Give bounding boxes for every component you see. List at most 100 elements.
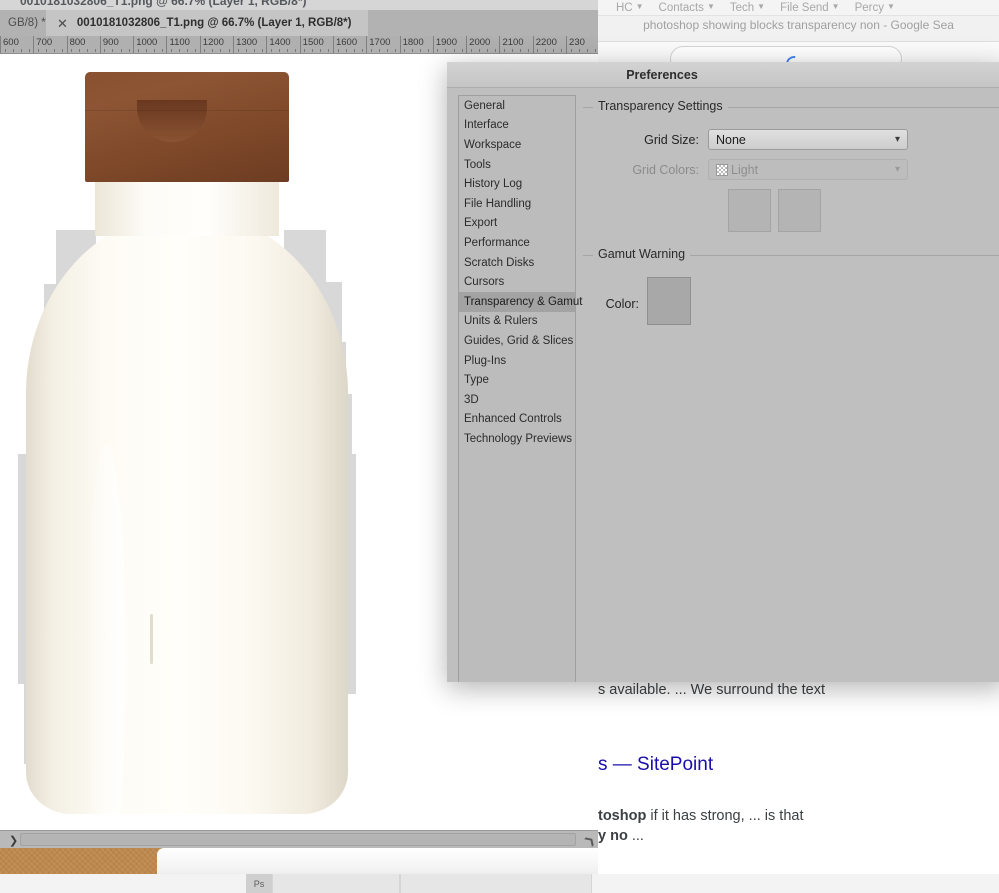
grid-size-select[interactable]: None ▾ <box>708 129 908 150</box>
ruler-tick: 1800 <box>400 36 433 53</box>
ruler-tick: 1900 <box>433 36 466 53</box>
scrollbar-thumb[interactable] <box>20 833 576 846</box>
chevron-down-icon: ▼ <box>707 3 715 11</box>
bookmark-hc[interactable]: HC ▼ <box>616 2 644 14</box>
preferences-title: Preferences <box>447 68 877 82</box>
screen-root: HC ▼ Contacts ▼ Tech ▼ File Send ▼ Percy… <box>0 0 999 893</box>
preferences-category-units-rulers[interactable]: Units & Rulers <box>459 312 575 332</box>
grid-size-label: Grid Size: <box>583 133 699 147</box>
category-label: Units & Rulers <box>464 315 538 327</box>
ruler-subticks <box>534 49 566 53</box>
bookmark-percy[interactable]: Percy ▼ <box>855 2 895 14</box>
grid-color-swatch-1[interactable] <box>728 189 771 232</box>
category-label: Scratch Disks <box>464 257 534 269</box>
ruler-tick: 1300 <box>233 36 266 53</box>
preferences-category-performance[interactable]: Performance <box>459 233 575 253</box>
preferences-category-cursors[interactable]: Cursors <box>459 272 575 292</box>
grid-color-swatch-2[interactable] <box>778 189 821 232</box>
snippet-rest: ... <box>628 828 644 844</box>
bookmark-file-send[interactable]: File Send ▼ <box>780 2 840 14</box>
dock-item[interactable] <box>400 874 592 893</box>
ruler-tick: 2000 <box>466 36 499 53</box>
resize-grip-icon[interactable]: ❯ <box>582 833 598 848</box>
close-icon[interactable]: ✕ <box>57 17 68 30</box>
chevron-right-icon[interactable]: ❯ <box>9 834 18 847</box>
transparency-settings-legend: Transparency Settings <box>593 99 728 113</box>
horizontal-scrollbar[interactable]: ❯ ❯ <box>0 830 598 848</box>
dock-strip[interactable] <box>0 874 999 893</box>
bottle-body <box>26 214 348 814</box>
gamut-color-label: Color: <box>583 297 639 311</box>
category-label: Tools <box>464 159 491 171</box>
chevron-down-icon: ▼ <box>832 3 840 11</box>
preferences-category-export[interactable]: Export <box>459 214 575 234</box>
category-label: Plug-Ins <box>464 355 506 367</box>
browser-tab-title[interactable]: photoshop showing blocks transparency no… <box>598 18 999 32</box>
preferences-category-plug-ins[interactable]: Plug-Ins <box>459 351 575 371</box>
preferences-category-guides-grid-slices[interactable]: Guides, Grid & Slices <box>459 331 575 351</box>
ruler-subticks <box>134 49 166 53</box>
gamut-warning-group: Gamut Warning Color: <box>583 255 999 340</box>
ruler-tick: 1100 <box>166 36 199 53</box>
grid-size-row: Grid Size: None ▾ <box>583 129 943 150</box>
ruler-tick: 1700 <box>366 36 399 53</box>
ruler-tick: 800 <box>67 36 100 53</box>
dock-item[interactable] <box>272 874 400 893</box>
category-label: History Log <box>464 178 522 190</box>
document-tab-bar: GB/8) * ✕ 0010181032806_T1.png @ 66.7% (… <box>0 10 598 36</box>
preferences-category-history-log[interactable]: History Log <box>459 174 575 194</box>
preferences-category-list[interactable]: GeneralInterfaceWorkspace Tools History Lo… <box>458 95 576 682</box>
ruler-tick: 600 <box>0 36 33 53</box>
snippet-rest: if it has strong, ... is that <box>646 808 803 824</box>
grid-colors-select[interactable]: Light ▾ <box>708 159 908 180</box>
preferences-category-tools[interactable]: Tools <box>459 155 575 175</box>
bookmark-tech[interactable]: Tech ▼ <box>730 2 765 14</box>
chevron-down-icon: ▾ <box>895 134 900 145</box>
transparency-settings-group: Transparency Settings Grid Size: None ▾ … <box>583 107 999 232</box>
horizontal-ruler[interactable]: 6007008009001000110012001300140015001600… <box>0 36 598 54</box>
bookmark-label: File Send <box>780 2 829 14</box>
gamut-color-swatch[interactable] <box>647 277 691 325</box>
bottle-highlight <box>86 444 126 830</box>
preferences-category-general[interactable]: General <box>459 96 575 116</box>
ruler-subticks <box>301 49 333 53</box>
result-link-sitepoint[interactable]: s — SitePoint <box>598 752 999 778</box>
preferences-category-enhanced-controls[interactable]: Enhanced Controls <box>459 410 575 430</box>
preferences-category-scratch-disks[interactable]: Scratch Disks <box>459 253 575 273</box>
category-label: Performance <box>464 237 530 249</box>
category-label: File Handling <box>464 198 531 210</box>
preferences-category-3d[interactable]: 3D <box>459 390 575 410</box>
dock-photoshop-icon[interactable]: Ps <box>246 874 272 893</box>
preferences-category-file-handling[interactable]: File Handling <box>459 194 575 214</box>
category-label: Technology Previews <box>464 433 572 445</box>
preferences-category-type[interactable]: Type <box>459 370 575 390</box>
chevron-down-icon: ▾ <box>895 164 900 175</box>
gamut-warning-legend: Gamut Warning <box>593 247 690 261</box>
snippet-bold: toshop <box>598 808 646 824</box>
photoshop-titlebar[interactable]: 0010181032806_T1.png @ 66.7% (Layer 1, R… <box>0 0 598 10</box>
bookmark-contacts[interactable]: Contacts ▼ <box>659 2 715 14</box>
category-label: Export <box>464 217 497 229</box>
bookmark-label: HC <box>616 2 633 14</box>
ruler-subticks <box>367 49 399 53</box>
result-snippet-4: y no ... <box>598 826 999 846</box>
chevron-down-icon: ▼ <box>636 3 644 11</box>
category-label: Enhanced Controls <box>464 413 562 425</box>
ruler-subticks <box>167 49 199 53</box>
photoshop-window-title: 0010181032806_T1.png @ 66.7% (Layer 1, R… <box>20 0 307 8</box>
preferences-category-interface[interactable]: Interface <box>459 116 575 136</box>
preferences-titlebar[interactable]: Preferences <box>447 62 999 88</box>
ruler-subticks <box>434 49 466 53</box>
preferences-category-transparency-gamut[interactable]: Transparency & Gamut <box>459 292 575 312</box>
ruler-subticks <box>401 49 433 53</box>
document-tab-active[interactable]: ✕ 0010181032806_T1.png @ 66.7% (Layer 1,… <box>46 10 368 36</box>
preferences-category-technology-previews[interactable]: Technology Previews <box>459 429 575 449</box>
bottle-crease <box>150 614 153 664</box>
grid-colors-row: Grid Colors: Light ▾ <box>583 159 943 180</box>
preferences-dialog: Preferences GeneralInterfaceWorkspace Too… <box>447 62 999 682</box>
grid-colors-value: Light <box>731 163 758 177</box>
bookmarks-bar: HC ▼ Contacts ▼ Tech ▼ File Send ▼ Percy… <box>598 0 999 16</box>
preferences-category-workspace[interactable]: Workspace <box>459 135 575 155</box>
bookmark-label: Contacts <box>659 2 704 14</box>
chevron-down-icon: ▼ <box>757 3 765 11</box>
